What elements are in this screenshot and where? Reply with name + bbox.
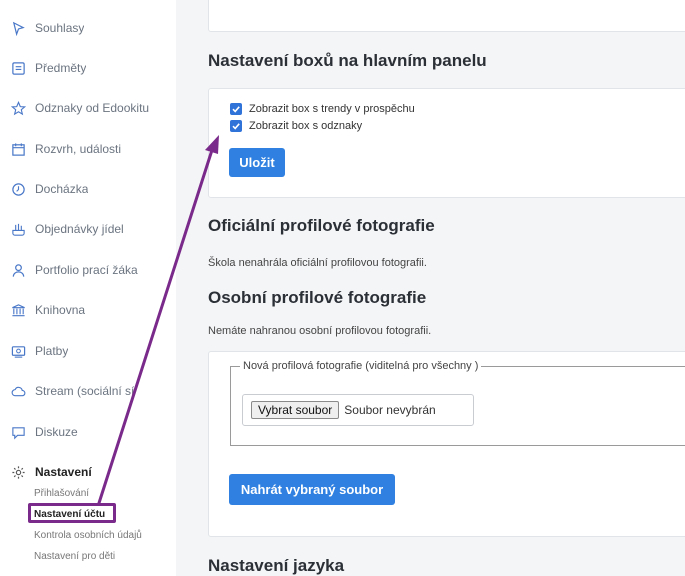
sidebar-item-rozvrh[interactable]: Rozvrh, události [0, 136, 176, 162]
personal-photos-title: Osobní profilové fotografie [208, 288, 427, 307]
subnav-kontrola-udaju[interactable]: Kontrola osobních údajů [34, 530, 142, 541]
sidebar-item-label: Nastavení [35, 465, 92, 479]
checkbox-checked-icon[interactable] [230, 120, 242, 132]
dashboard-settings-title: Nastavení boxů na hlavním panelu [208, 51, 487, 70]
sidebar-item-label: Souhlasy [35, 21, 85, 35]
choose-file-button[interactable]: Vybrat soubor [251, 401, 340, 419]
calendar-icon [11, 142, 26, 157]
user-icon [11, 263, 26, 278]
top-card [208, 0, 685, 32]
sidebar-item-souhlasy[interactable]: Souhlasy [0, 15, 176, 41]
cloud-icon [11, 384, 26, 399]
checkbox-label: Zobrazit box s trendy v prospěchu [249, 103, 415, 115]
food-icon [11, 222, 26, 237]
subnav-prihlasovani[interactable]: Přihlašování [34, 488, 89, 499]
sidebar-item-stream[interactable]: Stream (sociální sí [0, 378, 176, 404]
sidebar-item-objednavky[interactable]: Objednávky jídel [0, 216, 176, 242]
upload-fieldset-legend: Nová profilová fotografie (viditelná pro… [240, 360, 482, 372]
sidebar-item-knihovna[interactable]: Knihovna [0, 297, 176, 323]
sidebar-item-label: Diskuze [35, 425, 78, 439]
sidebar-item-predmety[interactable]: Předměty [0, 55, 176, 81]
file-input[interactable]: Vybrat soubor Soubor nevybrán [242, 394, 474, 426]
sidebar-item-diskuze[interactable]: Diskuze [0, 419, 176, 445]
main-content: Nastavení boxů na hlavním panelu Zobrazi… [176, 0, 685, 576]
sidebar-item-label: Odznaky od Edookitu [35, 101, 150, 115]
official-photos-text: Škola nenahrála oficiální profilovou fot… [208, 257, 427, 269]
sidebar-item-label: Rozvrh, události [35, 142, 122, 156]
checkbox-row-badges[interactable]: Zobrazit box s odznaky [230, 120, 362, 132]
checkbox-label: Zobrazit box s odznaky [249, 120, 363, 132]
language-settings-title: Nastavení jazyka [208, 556, 345, 575]
official-photos-title: Oficiální profilové fotografie [208, 216, 435, 235]
sidebar-item-label: Stream (sociální sí [35, 384, 135, 398]
sidebar-item-label: Předměty [35, 61, 87, 75]
checkbox-checked-icon[interactable] [230, 103, 242, 115]
book-icon [11, 61, 26, 76]
sidebar-item-portfolio[interactable]: Portfolio prací žáka [0, 257, 176, 283]
subnav-nastaveni-pro-deti[interactable]: Nastavení pro děti [34, 551, 115, 562]
wallet-icon [11, 344, 26, 359]
library-icon [11, 303, 26, 318]
save-button[interactable]: Uložit [229, 148, 285, 177]
sidebar-item-label: Objednávky jídel [35, 222, 124, 236]
sidebar-item-odznaky[interactable]: Odznaky od Edookitu [0, 95, 176, 121]
sidebar-item-platby[interactable]: Platby [0, 338, 176, 364]
upload-button[interactable]: Nahrát vybraný soubor [229, 474, 395, 505]
sidebar: Souhlasy Předměty Odznaky od Edookitu Ro… [0, 0, 176, 576]
gear-icon [11, 465, 26, 480]
chat-icon [11, 425, 26, 440]
sidebar-item-dochazka[interactable]: Docházka [0, 176, 176, 202]
sidebar-item-label: Portfolio prací žáka [35, 263, 138, 277]
checkbox-row-trends[interactable]: Zobrazit box s trendy v prospěchu [230, 103, 415, 115]
star-icon [11, 100, 26, 116]
current-item-highlight [28, 503, 116, 523]
sidebar-item-label: Knihovna [35, 303, 86, 317]
personal-photos-text: Nemáte nahranou osobní profilovou fotogr… [208, 325, 432, 337]
clock-icon [11, 182, 26, 197]
sidebar-item-label: Platby [35, 344, 69, 358]
sidebar-item-label: Docházka [35, 182, 89, 196]
cursor-icon [11, 21, 26, 36]
file-status: Soubor nevybrán [344, 403, 436, 417]
sidebar-item-nastaveni[interactable]: Nastavení [0, 459, 176, 485]
